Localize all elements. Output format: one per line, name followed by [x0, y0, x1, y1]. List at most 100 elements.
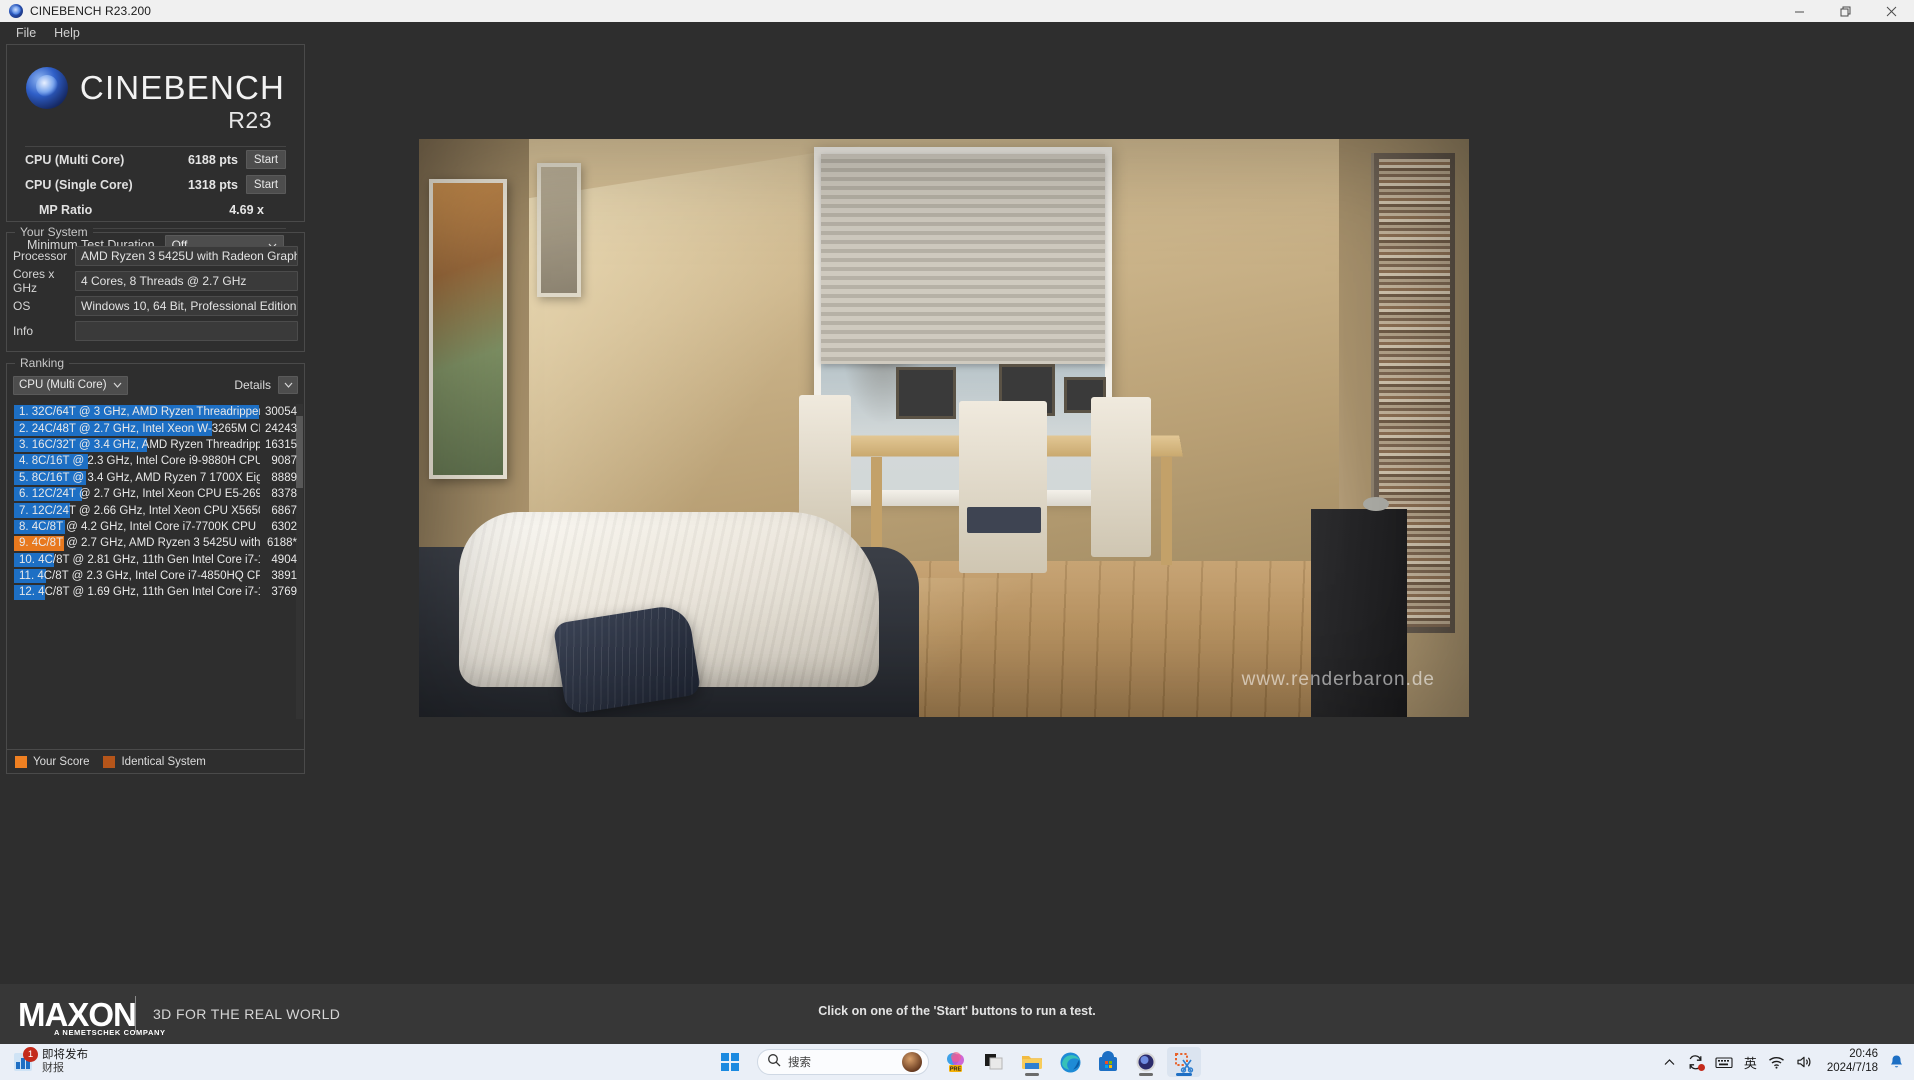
- cinebench-icon: [8, 3, 24, 19]
- score-row-mpratio: MP Ratio 4.69 x: [23, 197, 288, 222]
- ranking-row-label: 1. 32C/64T @ 3 GHz, AMD Ryzen Threadripp…: [19, 406, 260, 419]
- menu-file[interactable]: File: [7, 24, 45, 42]
- ranking-row[interactable]: 1. 32C/64T @ 3 GHz, AMD Ryzen Threadripp…: [14, 404, 299, 420]
- clock-date: 2024/7/18: [1826, 1062, 1878, 1074]
- wall-artwork-large: [429, 179, 507, 479]
- news-icon: 1: [12, 1047, 38, 1073]
- microsoft-store[interactable]: [1091, 1047, 1125, 1077]
- search-icon: [767, 1053, 781, 1072]
- scrollbar-thumb[interactable]: [296, 416, 303, 488]
- minimize-icon[interactable]: [1776, 0, 1822, 22]
- render-viewport[interactable]: www.renderbaron.de: [419, 139, 1469, 717]
- taskview-button[interactable]: [977, 1047, 1011, 1077]
- photo-frame-1: [896, 367, 956, 419]
- score-value-multi: 6188 pts: [187, 152, 238, 167]
- ranking-mode-value: CPU (Multi Core): [19, 379, 107, 391]
- ranking-row-score: 30054: [265, 406, 297, 419]
- field-info[interactable]: [75, 320, 298, 341]
- details-label: Details: [234, 378, 271, 392]
- volume-icon[interactable]: [1796, 1055, 1812, 1069]
- status-message: Click on one of the 'Start' buttons to r…: [818, 1004, 1096, 1018]
- label-os: OS: [13, 298, 31, 313]
- ranking-row[interactable]: 6. 12C/24T @ 2.7 GHz, Intel Xeon CPU E5-…: [14, 486, 299, 502]
- ime-language-icon[interactable]: 英: [1744, 1053, 1757, 1072]
- cinebench-logo-icon: [25, 67, 68, 109]
- ranking-list[interactable]: 1. 32C/64T @ 3 GHz, AMD Ryzen Threadripp…: [14, 404, 299, 719]
- ranking-row-score: 3891: [271, 570, 297, 583]
- file-explorer[interactable]: [1015, 1047, 1049, 1077]
- ranking-row[interactable]: 7. 12C/24T @ 2.66 GHz, Intel Xeon CPU X5…: [14, 502, 299, 518]
- notification-bell-icon[interactable]: [1889, 1054, 1904, 1070]
- wifi-icon[interactable]: [1768, 1055, 1785, 1069]
- ranking-row[interactable]: 9. 4C/8T @ 2.7 GHz, AMD Ryzen 3 5425U wi…: [14, 535, 299, 551]
- close-icon[interactable]: [1868, 0, 1914, 22]
- field-cores[interactable]: 4 Cores, 8 Threads @ 2.7 GHz: [75, 270, 298, 291]
- label-info: Info: [13, 323, 34, 338]
- start-button-single[interactable]: Start: [246, 175, 286, 194]
- ranking-row[interactable]: 4. 8C/16T @ 2.3 GHz, Intel Core i9-9880H…: [14, 453, 299, 469]
- news-text: 即将发布 财报: [42, 1048, 88, 1076]
- ranking-row-score: 6188*: [266, 537, 297, 550]
- snipping-tool[interactable]: [1167, 1047, 1201, 1077]
- running-indicator: [1025, 1073, 1039, 1076]
- edge-browser[interactable]: [1053, 1047, 1087, 1077]
- brand-version: R23: [228, 107, 272, 133]
- ranking-row-label: 8. 4C/8T @ 4.2 GHz, Intel Core i7-7700K …: [19, 520, 257, 533]
- restore-icon[interactable]: [1822, 0, 1868, 22]
- ranking-row-label: 6. 12C/24T @ 2.7 GHz, Intel Xeon CPU E5-…: [19, 488, 260, 501]
- ranking-row[interactable]: 10. 4C/8T @ 2.81 GHz, 11th Gen Intel Cor…: [14, 552, 299, 568]
- menu-help[interactable]: Help: [45, 24, 89, 42]
- field-processor[interactable]: AMD Ryzen 3 5425U with Radeon Graphics: [75, 245, 298, 266]
- menu-bar: File Help: [0, 22, 1914, 44]
- ranking-row[interactable]: 12. 4C/8T @ 1.69 GHz, 11th Gen Intel Cor…: [14, 584, 299, 600]
- news-subtitle: 财报: [42, 1062, 64, 1075]
- cinebench-app[interactable]: [1129, 1047, 1163, 1077]
- ranking-color-legend: Your Score Identical System: [7, 749, 304, 773]
- ranking-row-score: 9087: [271, 455, 297, 468]
- ranking-row-score: 6302: [271, 520, 297, 533]
- show-hidden-icons-chevron-up-icon[interactable]: [1663, 1056, 1676, 1069]
- start-button-multi[interactable]: Start: [246, 150, 286, 169]
- system-row-info: Info: [13, 318, 298, 343]
- rendered-scene: www.renderbaron.de: [419, 139, 1469, 717]
- ranking-scrollbar[interactable]: [296, 404, 303, 719]
- score-row-single: CPU (Single Core) 1318 pts Start: [23, 172, 288, 197]
- label-processor: Processor: [13, 248, 68, 263]
- ranking-row[interactable]: 8. 4C/8T @ 4.2 GHz, Intel Core i7-7700K …: [14, 519, 299, 535]
- ranking-row[interactable]: 11. 4C/8T @ 2.3 GHz, Intel Core i7-4850H…: [14, 568, 299, 584]
- legend-label-your-score: Your Score: [33, 755, 90, 768]
- ranking-legend: Ranking: [15, 356, 70, 370]
- taskbar-news-widget[interactable]: 1 即将发布 财报: [0, 1047, 300, 1076]
- ranking-mode-select[interactable]: CPU (Multi Core): [13, 375, 128, 395]
- window-titlebar: CINEBENCH R23.200: [0, 0, 1914, 22]
- windows-update-icon[interactable]: [1687, 1054, 1705, 1071]
- ranking-row[interactable]: 5. 8C/16T @ 3.4 GHz, AMD Ryzen 7 1700X E…: [14, 470, 299, 486]
- ranking-row-label: 5. 8C/16T @ 3.4 GHz, AMD Ryzen 7 1700X E…: [19, 471, 260, 484]
- clock-time: 20:46: [1849, 1048, 1878, 1061]
- system-row-os: OS Windows 10, 64 Bit, Professional Edit…: [13, 293, 298, 318]
- window-blinds: [821, 154, 1105, 364]
- brand-and-scores-group: CINEBENCH R23 CPU (Multi Core) 6188 pts …: [6, 44, 305, 254]
- search-input[interactable]: 搜索: [757, 1049, 929, 1075]
- ranking-row[interactable]: 2. 24C/48T @ 2.7 GHz, Intel Xeon W-3265M…: [14, 420, 299, 436]
- cinebench-app-window: File Help CINEBENCH R23 CPU (Multi Core)…: [0, 22, 1914, 1044]
- legend-swatch-identical-system: [103, 755, 116, 768]
- keyboard-icon[interactable]: [1715, 1056, 1733, 1069]
- speaker-knob: [1363, 497, 1389, 511]
- copilot-icon[interactable]: PRE: [939, 1047, 973, 1077]
- details-expand-button[interactable]: [278, 376, 298, 394]
- update-badge: [1697, 1063, 1705, 1071]
- field-os[interactable]: Windows 10, 64 Bit, Professional Edition…: [75, 295, 298, 316]
- score-row-multi: CPU (Multi Core) 6188 pts Start: [23, 147, 288, 172]
- ranking-row[interactable]: 3. 16C/32T @ 3.4 GHz, AMD Ryzen Threadri…: [14, 437, 299, 453]
- legend-label-identical-system: Identical System: [121, 755, 206, 768]
- system-row-processor: Processor AMD Ryzen 3 5425U with Radeon …: [13, 243, 298, 268]
- chair-center-seat: [967, 507, 1041, 533]
- start-button[interactable]: [713, 1047, 747, 1077]
- taskbar-clock[interactable]: 20:46 2024/7/18: [1827, 1048, 1878, 1076]
- label-cores: Cores x GHz: [13, 266, 55, 295]
- maxon-footer: MAXON A NEMETSCHEK COMPANY 3D FOR THE RE…: [0, 984, 1914, 1044]
- ranking-row-score: 6867: [271, 504, 297, 517]
- left-panel: CINEBENCH R23 CPU (Multi Core) 6188 pts …: [6, 44, 305, 984]
- news-badge: 1: [23, 1047, 38, 1062]
